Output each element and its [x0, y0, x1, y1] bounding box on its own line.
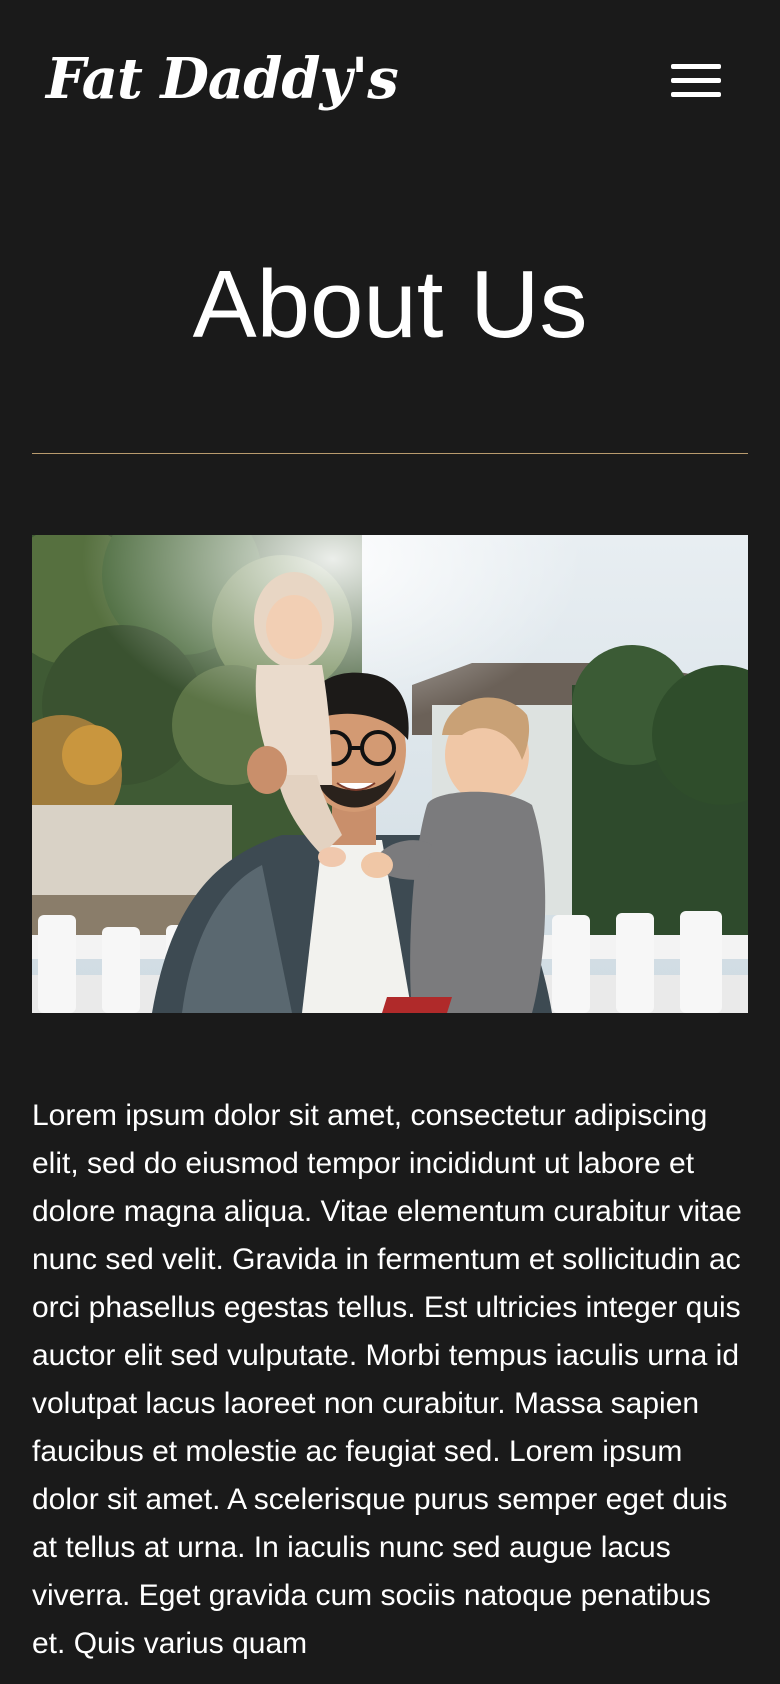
- menu-bar-top: [671, 64, 721, 69]
- menu-bar-middle: [671, 78, 721, 83]
- family-photo: [32, 535, 748, 1013]
- page-title: About Us: [192, 251, 588, 358]
- site-header: Fat Daddy's: [0, 0, 780, 160]
- title-divider: [32, 453, 748, 454]
- hamburger-menu-icon[interactable]: [666, 58, 726, 104]
- menu-bar-bottom: [671, 92, 721, 97]
- site-logo[interactable]: Fat Daddy's: [46, 44, 399, 114]
- hero-image: [32, 535, 748, 1013]
- about-body-text: Lorem ipsum dolor sit amet, consectetur …: [32, 1099, 742, 1660]
